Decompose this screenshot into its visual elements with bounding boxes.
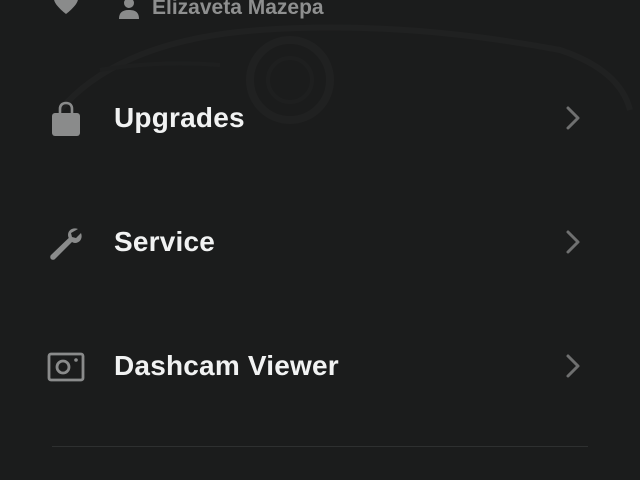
menu-item-label: Dashcam Viewer (114, 350, 339, 381)
menu-item-dashcam-viewer[interactable]: Dashcam Viewer (0, 304, 640, 428)
menu-item-service[interactable]: Service (0, 180, 640, 304)
chevron-right-icon (566, 230, 580, 254)
owner-name: Elizaveta Mazepa (152, 0, 324, 19)
vehicle-menu: Upgrades Service Dashcam Viewer (0, 56, 640, 428)
map-pin-icon (54, 0, 78, 14)
chevron-right-icon (564, 0, 582, 10)
section-divider (52, 446, 588, 447)
wrench-icon (50, 228, 82, 260)
owner-row[interactable]: Elizaveta Mazepa (0, 0, 640, 26)
chevron-right-icon (566, 354, 580, 378)
shopping-bag-icon (52, 101, 80, 136)
dashcam-icon (47, 352, 85, 382)
menu-item-upgrades[interactable]: Upgrades (0, 56, 640, 180)
owner-info: Elizaveta Mazepa (118, 0, 324, 20)
app-screen: Elizaveta Mazepa Upgrades Service Dashca… (0, 0, 640, 480)
menu-item-label: Upgrades (114, 102, 245, 133)
menu-item-label: Service (114, 226, 216, 257)
chevron-right-icon (566, 106, 580, 130)
person-icon (119, 0, 139, 19)
